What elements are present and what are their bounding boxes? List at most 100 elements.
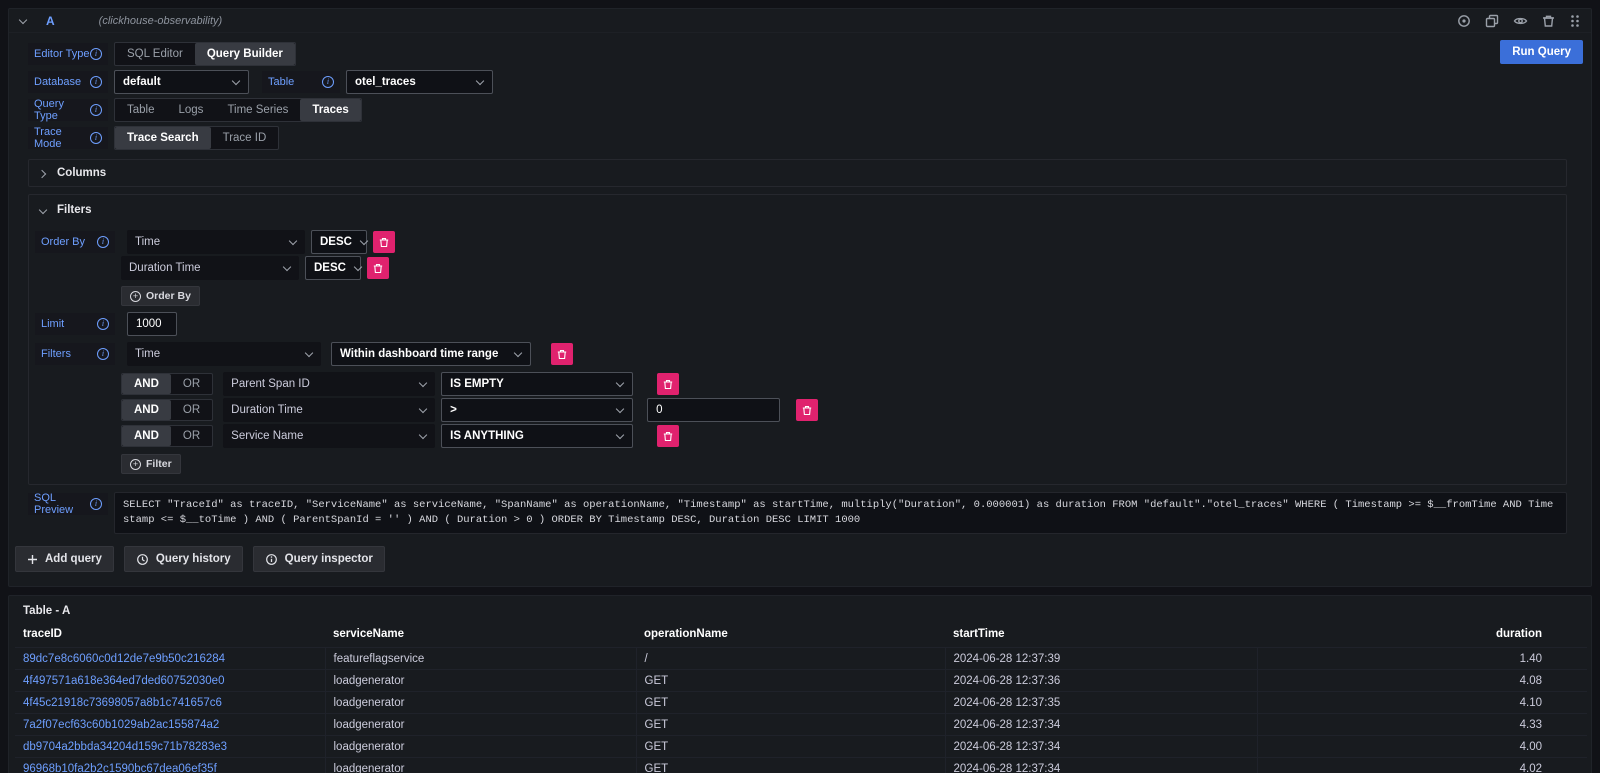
chevron-down-icon <box>419 380 427 388</box>
database-select[interactable]: default <box>114 70 249 94</box>
query-type-logs[interactable]: Logs <box>167 99 216 121</box>
trash-icon <box>379 237 389 248</box>
collapse-chevron-icon[interactable] <box>19 16 28 25</box>
chevron-down-icon <box>283 264 291 272</box>
trace-mode-trace-id[interactable]: Trace ID <box>211 127 279 149</box>
query-footer: Add query Query history Query inspector <box>9 534 1591 578</box>
remove-query-trash-icon[interactable] <box>1542 14 1555 28</box>
filter-operator-select-1[interactable]: > <box>441 398 633 422</box>
order-by-label: Order Byi <box>35 231 115 253</box>
cell-operation-name: GET <box>636 736 945 758</box>
duplicate-query-icon[interactable] <box>1485 14 1499 28</box>
filter-value-input[interactable]: 0 <box>647 398 780 422</box>
record-query-icon[interactable] <box>1457 14 1471 28</box>
columns-section-header[interactable]: Columns <box>39 165 1556 181</box>
filter-time-operator-select[interactable]: Within dashboard time range <box>331 342 531 366</box>
add-order-by-button[interactable]: + Order By <box>121 286 200 306</box>
datasource-name: (clickhouse-observability) <box>99 15 223 27</box>
remove-filter-button[interactable] <box>657 425 679 447</box>
table-body: 89dc7e8c6060c0d12de7e9b50c216284 feature… <box>15 648 1587 773</box>
sql-preview-code: SELECT "TraceId" as traceID, "ServiceNam… <box>114 492 1567 534</box>
chevron-down-icon <box>39 206 48 215</box>
cell-trace-id-link[interactable]: db9704a2bbda34204d159c71b78283e3 <box>15 736 325 758</box>
filter-field-select-2[interactable]: Service Name <box>223 424 435 448</box>
remove-order-by-button[interactable] <box>367 257 389 279</box>
col-header-starttime[interactable]: startTime <box>945 622 1257 648</box>
order-by-field-select-0[interactable]: Time <box>127 230 305 254</box>
info-icon[interactable]: i <box>97 348 109 360</box>
info-icon[interactable]: i <box>90 498 102 510</box>
remove-filter-button[interactable] <box>657 373 679 395</box>
col-header-operationname[interactable]: operationName <box>636 622 945 648</box>
conjunction-or[interactable]: OR <box>171 374 212 394</box>
order-by-direction-select-0[interactable]: DESC <box>311 230 367 254</box>
info-icon[interactable]: i <box>322 76 334 88</box>
chevron-down-icon <box>289 238 297 246</box>
info-icon[interactable]: i <box>90 104 102 116</box>
cell-operation-name: GET <box>636 692 945 714</box>
limit-input[interactable]: 1000 <box>127 312 177 336</box>
cell-trace-id-link[interactable]: 89dc7e8c6060c0d12de7e9b50c216284 <box>15 648 325 670</box>
chevron-down-icon <box>476 78 484 86</box>
cell-trace-id-link[interactable]: 4f45c21918c73698057a8b1c741657c6 <box>15 692 325 714</box>
info-icon[interactable]: i <box>97 236 109 248</box>
info-icon[interactable]: i <box>90 76 102 88</box>
trash-icon <box>802 405 812 416</box>
col-header-servicename[interactable]: serviceName <box>325 622 636 648</box>
remove-filter-button[interactable] <box>551 343 573 365</box>
table-header-row: traceID serviceName operationName startT… <box>15 622 1587 648</box>
cell-operation-name: / <box>636 648 945 670</box>
remove-filter-button[interactable] <box>796 399 818 421</box>
table-label: Tablei <box>262 71 340 93</box>
hide-response-eye-icon[interactable] <box>1513 14 1528 28</box>
conjunction-or[interactable]: OR <box>171 400 212 420</box>
trash-icon <box>557 349 567 360</box>
col-header-duration[interactable]: duration <box>1257 622 1587 648</box>
info-icon[interactable]: i <box>97 318 109 330</box>
conjunction-and[interactable]: AND <box>122 426 171 446</box>
cell-duration: 4.33 <box>1257 714 1587 736</box>
query-type-time-series[interactable]: Time Series <box>215 99 300 121</box>
run-query-button[interactable]: Run Query <box>1500 40 1583 64</box>
editor-type-sql-editor[interactable]: SQL Editor <box>115 43 195 65</box>
cell-operation-name: GET <box>636 714 945 736</box>
trace-mode-trace-search[interactable]: Trace Search <box>115 127 211 149</box>
editor-type-query-builder[interactable]: Query Builder <box>195 43 295 65</box>
filter-conjunction-group-2: AND OR <box>121 425 213 447</box>
filter-operator-select-0[interactable]: IS EMPTY <box>441 372 633 396</box>
query-inspector-button[interactable]: Query inspector <box>253 546 385 572</box>
col-header-traceid[interactable]: traceID <box>15 622 325 648</box>
filter-field-select-1[interactable]: Duration Time <box>223 398 435 422</box>
add-filter-button[interactable]: + Filter <box>121 454 181 474</box>
add-query-button[interactable]: Add query <box>15 546 114 572</box>
remove-order-by-button[interactable] <box>373 231 395 253</box>
info-icon[interactable]: i <box>90 132 102 144</box>
drag-handle[interactable] <box>1569 14 1581 28</box>
conjunction-or[interactable]: OR <box>171 426 212 446</box>
query-history-button[interactable]: Query history <box>124 546 243 572</box>
cell-duration: 4.08 <box>1257 670 1587 692</box>
cell-start-time: 2024-06-28 12:37:35 <box>945 692 1257 714</box>
order-by-direction-select-1[interactable]: DESC <box>305 256 361 280</box>
chevron-down-icon <box>360 238 368 246</box>
cell-trace-id-link[interactable]: 96968b10fa2b2c1590bc67dea06ef35f <box>15 758 325 773</box>
conjunction-and[interactable]: AND <box>122 400 171 420</box>
query-type-traces[interactable]: Traces <box>300 99 360 121</box>
cell-duration: 4.10 <box>1257 692 1587 714</box>
info-icon[interactable]: i <box>90 48 102 60</box>
query-type-table[interactable]: Table <box>115 99 167 121</box>
query-ref-id: A <box>46 14 55 28</box>
cell-trace-id-link[interactable]: 7a2f07ecf63c60b1029ab2ac155874a2 <box>15 714 325 736</box>
conjunction-and[interactable]: AND <box>122 374 171 394</box>
filter-operator-select-2[interactable]: IS ANYTHING <box>441 424 633 448</box>
order-by-field-select-1[interactable]: Duration Time <box>121 256 299 280</box>
cell-trace-id-link[interactable]: 4f497571a618e364ed7ded60752030e0 <box>15 670 325 692</box>
history-icon <box>136 553 149 566</box>
table-select[interactable]: otel_traces <box>346 70 493 94</box>
cell-service-name: loadgenerator <box>325 736 636 758</box>
editor-type-label: Editor Typei <box>28 43 108 65</box>
filter-field-select-0[interactable]: Parent Span ID <box>223 372 435 396</box>
filter-time-field-select[interactable]: Time <box>127 342 321 366</box>
query-type-label: Query Typei <box>28 99 108 121</box>
filters-section-header[interactable]: Filters <box>35 202 1556 218</box>
